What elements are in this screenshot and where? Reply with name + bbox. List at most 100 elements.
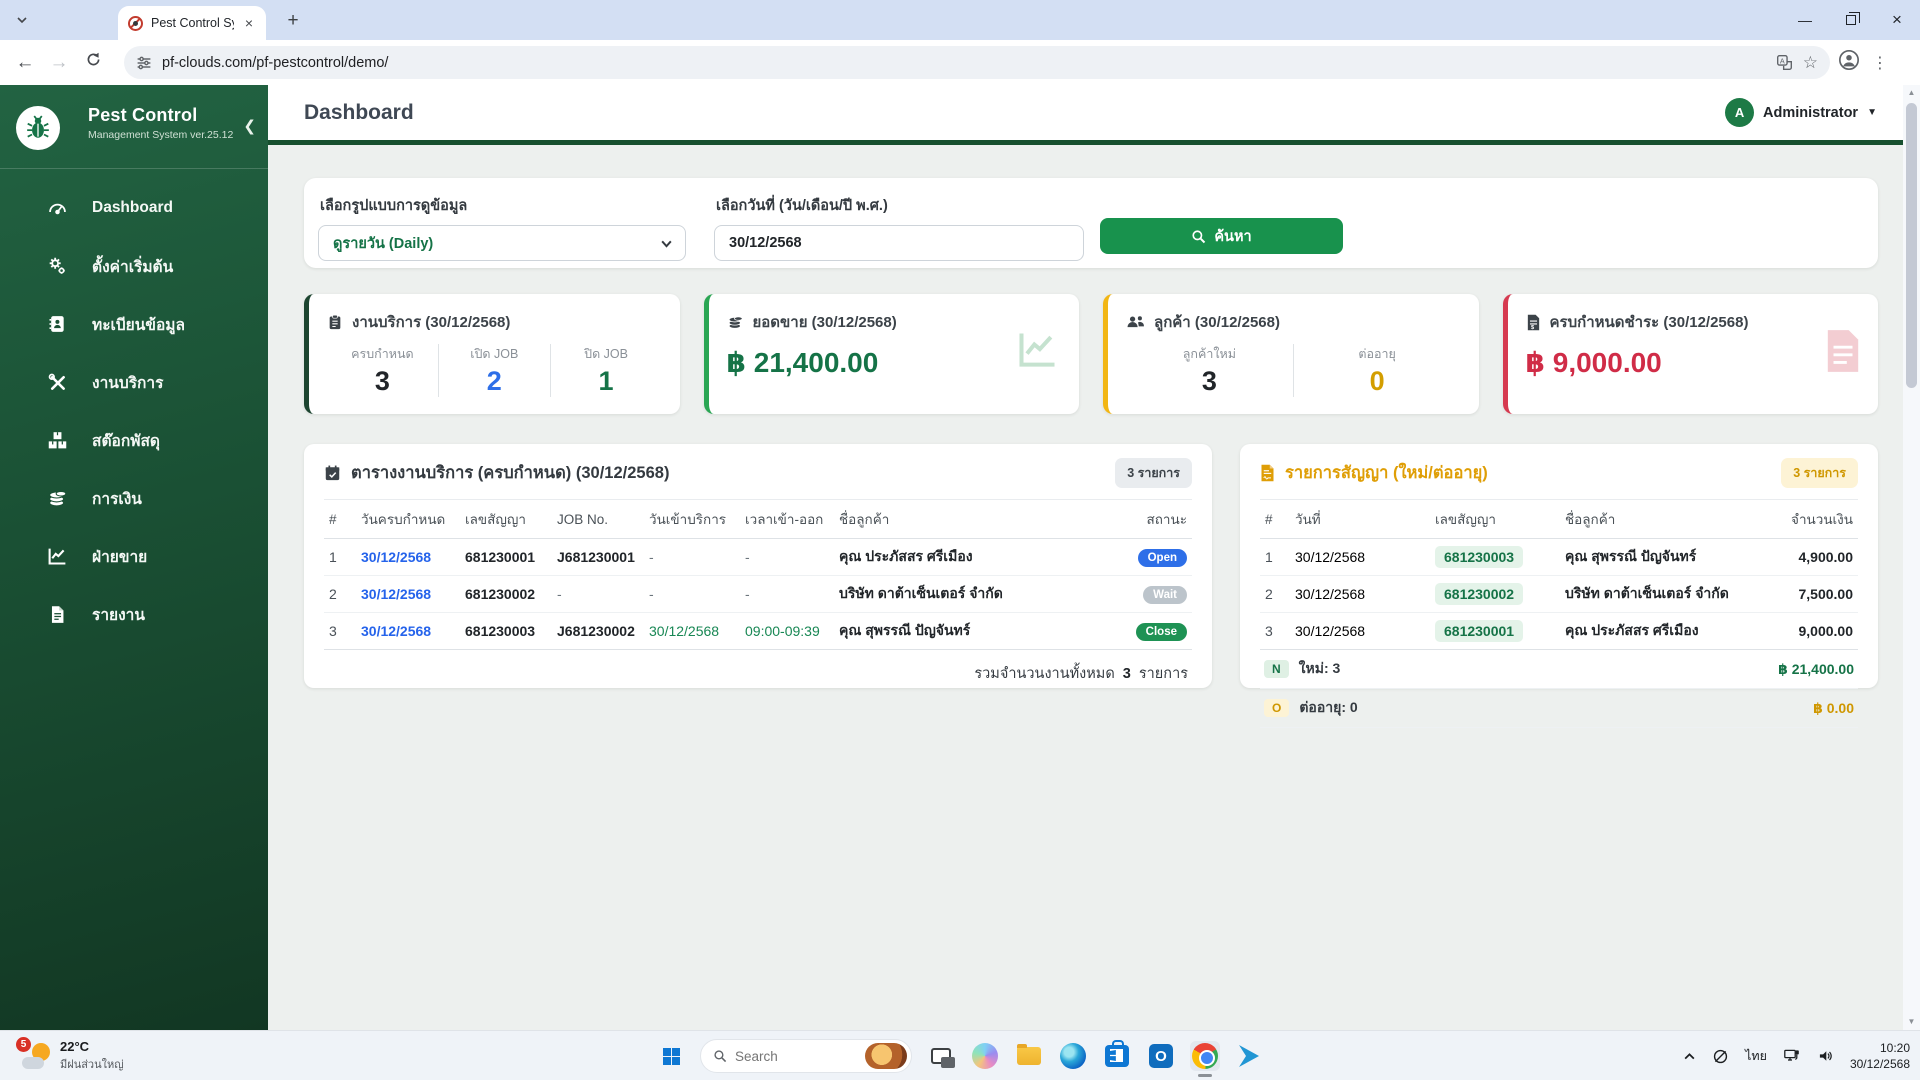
table-row: 2 30/12/2568 681230002 - - - บริษัท ดาต้… — [324, 576, 1192, 613]
gauge-icon — [46, 197, 68, 219]
chevron-down-icon: ▼ — [1867, 107, 1877, 118]
amount: 7,500.00 — [1754, 576, 1858, 613]
visit-date: - — [644, 576, 740, 613]
tab-search-chevron-icon[interactable] — [8, 6, 36, 34]
bookmark-star-icon[interactable]: ☆ — [1803, 53, 1818, 73]
renew-amount: ฿ 0.00 — [1813, 700, 1854, 717]
stat-label: ปิด JOB — [551, 344, 662, 364]
due-date-link[interactable]: 30/12/2568 — [356, 576, 460, 613]
scroll-up-icon[interactable]: ▲ — [1903, 85, 1920, 101]
sidebar-item-stock[interactable]: สต๊อกพัสดุ — [0, 411, 268, 469]
invoice-icon: $ — [1526, 314, 1541, 331]
stat-label: ลูกค้าใหม่ — [1126, 344, 1293, 364]
tab-close-icon[interactable]: × — [242, 15, 256, 31]
contract-table-card: รายการสัญญา (ใหม่/ต่ออายุ) 3 รายการ # วั… — [1240, 444, 1878, 688]
new-tab-button[interactable]: + — [280, 10, 306, 32]
card-title: งานบริการ (30/12/2568) — [352, 310, 510, 334]
service-table-footer: รวมจำนวนงานทั้งหมด3รายการ — [324, 650, 1192, 685]
taskbar-clock[interactable]: 10:20 30/12/2568 — [1850, 1040, 1910, 1072]
sidebar-item-service[interactable]: งานบริการ — [0, 353, 268, 411]
stat-value: 3 — [327, 366, 438, 397]
back-button[interactable]: ← — [8, 52, 42, 74]
sidebar-item-label: สต๊อกพัสดุ — [92, 428, 160, 453]
window-close-button[interactable]: × — [1874, 10, 1920, 30]
contract-no: 681230003 — [460, 613, 552, 650]
amount: 9,000.00 — [1754, 613, 1858, 650]
due-date-link[interactable]: 30/12/2568 — [356, 613, 460, 650]
filter-card: เลือกรูปแบบการดูข้อมูล ดูรายวัน (Daily) … — [304, 178, 1878, 268]
service-table-card: ตารางงานบริการ (ครบกำหนด) (30/12/2568) 3… — [304, 444, 1212, 688]
col-header: เวลาเข้า-ออก — [740, 500, 834, 539]
sidebar-item-registry[interactable]: ทะเบียนข้อมูล — [0, 295, 268, 353]
page-scrollbar[interactable]: ▲ ▼ — [1903, 85, 1920, 1030]
sidebar-collapse-icon[interactable]: ❮ — [243, 117, 256, 135]
sidebar-item-reports[interactable]: รายงาน — [0, 585, 268, 643]
col-header: สถานะ — [1126, 500, 1192, 539]
language-indicator[interactable]: ไทย — [1745, 1046, 1767, 1066]
sidebar-item-sales[interactable]: ฝ่ายขาย — [0, 527, 268, 585]
search-highlight-image[interactable] — [865, 1043, 907, 1069]
scrollbar-thumb[interactable] — [1906, 103, 1917, 388]
translate-icon[interactable]: A — [1776, 54, 1793, 71]
sidebar-item-dashboard[interactable]: Dashboard — [0, 179, 268, 237]
col-header: # — [1260, 500, 1290, 539]
new-label: ใหม่: 3 — [1299, 658, 1341, 680]
status-badge: Wait — [1143, 586, 1187, 604]
status-badge: Open — [1138, 549, 1187, 567]
file-contract-icon — [1260, 464, 1275, 482]
weather-desc: มีฝนส่วนใหญ่ — [60, 1055, 124, 1073]
address-bar[interactable]: pf-clouds.com/pf-pestcontrol/demo/ A ☆ — [124, 46, 1830, 79]
task-view-icon — [931, 1048, 951, 1064]
network-icon[interactable] — [1783, 1048, 1801, 1064]
task-view-button[interactable] — [926, 1041, 956, 1071]
search-button[interactable]: ค้นหา — [1100, 218, 1343, 254]
file-explorer-button[interactable] — [1014, 1041, 1044, 1071]
date-input[interactable] — [714, 225, 1084, 261]
forward-button[interactable]: → — [42, 52, 76, 74]
contract-table: # วันที่ เลขสัญญา ชื่อลูกค้า จำนวนเงิน 1… — [1260, 499, 1858, 650]
volume-icon[interactable] — [1817, 1048, 1834, 1064]
outlook-button[interactable]: O — [1146, 1041, 1176, 1071]
job-no: J681230002 — [552, 613, 644, 650]
chart-watermark-icon — [1013, 328, 1063, 377]
scroll-down-icon[interactable]: ▼ — [1903, 1014, 1920, 1030]
sidebar-item-finance[interactable]: การเงิน — [0, 469, 268, 527]
brand: Pest Control Management System ver.25.12… — [0, 85, 268, 168]
windows-start-button[interactable] — [656, 1041, 686, 1071]
calendar-check-icon — [324, 464, 341, 482]
weather-widget[interactable]: 5 22°C มีฝนส่วนใหญ่ — [14, 1031, 132, 1080]
customer-name: คุณ สุพรรณี ปัญจันทร์ — [834, 613, 1126, 650]
customer-name: บริษัท ดาต้าเซ็นเตอร์ จำกัด — [834, 576, 1126, 613]
vscode-button[interactable] — [1234, 1041, 1264, 1071]
window-restore-button[interactable] — [1828, 12, 1874, 28]
copilot-button[interactable] — [970, 1041, 1000, 1071]
microsoft-store-button[interactable] — [1102, 1041, 1132, 1071]
gears-icon — [46, 255, 68, 277]
browser-tab[interactable]: Pest Control System × — [118, 6, 266, 40]
summary-renew: O ต่ออายุ: 0 ฿ 0.00 — [1260, 689, 1858, 728]
browser-menu-icon[interactable]: ⋮ — [1866, 53, 1894, 73]
view-mode-select[interactable]: ดูรายวัน (Daily) — [318, 225, 686, 261]
taskbar-search-input[interactable] — [735, 1049, 857, 1064]
notification-badge: 5 — [16, 1037, 31, 1052]
do-not-disturb-icon[interactable] — [1712, 1048, 1729, 1065]
edge-button[interactable] — [1058, 1041, 1088, 1071]
sidebar-item-settings[interactable]: ตั้งค่าเริ่มต้น — [0, 237, 268, 295]
footer-label: รวมจำนวนงานทั้งหมด — [974, 666, 1114, 682]
site-settings-icon[interactable] — [136, 55, 152, 71]
reload-button[interactable] — [76, 51, 110, 74]
taskbar-search[interactable] — [700, 1039, 912, 1073]
window-minimize-button[interactable]: — — [1782, 12, 1828, 28]
user-name: Administrator — [1763, 105, 1858, 121]
user-menu[interactable]: A Administrator ▼ — [1725, 98, 1877, 127]
due-date-link[interactable]: 30/12/2568 — [356, 539, 460, 576]
date-label: เลือกวันที่ (วัน/เดือน/ปี พ.ศ.) — [716, 194, 1084, 217]
chrome-button[interactable] — [1190, 1041, 1220, 1071]
tray-chevron-up-icon[interactable] — [1683, 1050, 1696, 1063]
profile-avatar-icon[interactable] — [1838, 49, 1860, 76]
tab-title: Pest Control System — [151, 16, 234, 30]
svg-text:A: A — [1780, 56, 1785, 65]
sidebar-item-label: รายงาน — [92, 602, 145, 627]
coins-icon — [727, 314, 744, 331]
pest-favicon-icon — [128, 16, 143, 31]
